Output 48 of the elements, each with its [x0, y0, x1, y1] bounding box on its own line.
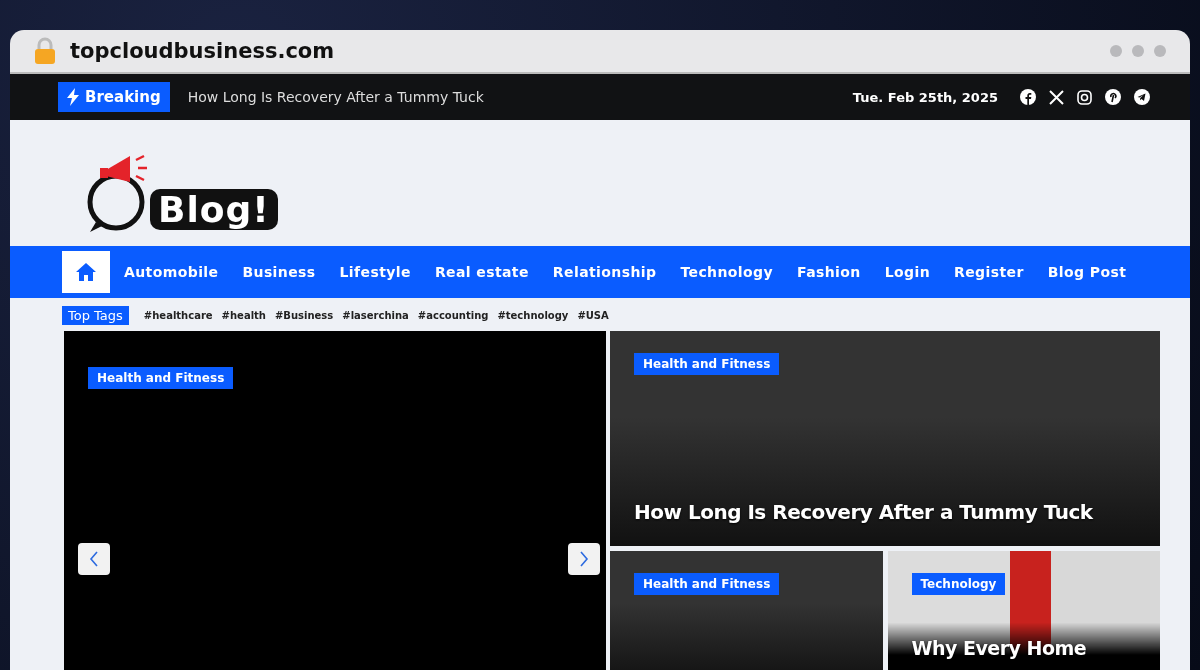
facebook-icon[interactable] [1020, 89, 1036, 105]
padlock-icon [34, 37, 56, 65]
photo-placeholder[interactable]: Technology Why Every Home [887, 551, 1160, 670]
telegram-icon[interactable] [1134, 89, 1150, 105]
nav-link[interactable]: Business [242, 264, 316, 280]
chevron-left-icon [89, 551, 99, 567]
category-badge[interactable]: Health and Fitness [634, 353, 780, 375]
window-dot [1110, 45, 1122, 57]
nav-link[interactable]: Register [954, 264, 1024, 280]
category-badge[interactable]: Health and Fitness [634, 573, 780, 595]
post-card[interactable]: Health and Fitness How Long Is Recovery After a Tummy Tuck [610, 331, 1160, 546]
tag-link[interactable]: #laserchina [342, 310, 409, 321]
nav-link[interactable]: Technology [680, 264, 773, 280]
post-title[interactable]: How Long Is Recovery After a Tummy Tuck [634, 500, 1136, 524]
nav-link[interactable]: Fashion [797, 264, 861, 280]
next-button[interactable] [568, 543, 600, 575]
tag-link[interactable]: #health [221, 310, 266, 321]
nav-link[interactable]: Real estate [434, 264, 529, 280]
category-badge[interactable]: Technology [911, 573, 1006, 595]
home-button[interactable] [62, 251, 110, 293]
x-logo-icon[interactable] [1049, 89, 1064, 105]
top-tags-label: Top Tags [62, 306, 129, 325]
lightning-icon [67, 88, 79, 106]
tag-link[interactable]: #accounting [417, 310, 489, 321]
previous-button[interactable] [78, 543, 110, 575]
chevron-right-icon [579, 551, 589, 567]
post-card[interactable]: Health and Fitness [610, 551, 883, 670]
date-text: Tue. Feb 25th, 2025 [852, 89, 998, 105]
nav-link[interactable]: Login [884, 264, 930, 280]
breaking-text: Breaking [85, 88, 161, 106]
tag-link[interactable]: #Business [274, 310, 334, 321]
nav-link[interactable]: Lifestyle [339, 264, 411, 280]
nav-link[interactable]: Relationship [552, 264, 657, 280]
address-text[interactable]: topcloudbusiness.com [70, 39, 335, 63]
window-dot [1132, 45, 1144, 57]
tag-link[interactable]: #healthcare [143, 310, 213, 321]
tag-link[interactable]: #technology [497, 310, 569, 321]
window-dot [1154, 45, 1166, 57]
nav-link[interactable]: Blog Post [1047, 264, 1127, 280]
blog-logo[interactable]: Blog! [86, 148, 278, 234]
instagram-icon[interactable] [1077, 89, 1092, 105]
breaking-headline[interactable]: How Long Is Recovery After a Tummy Tuck [187, 89, 484, 105]
category-badge[interactable]: Health and Fitness [88, 367, 234, 389]
post-title[interactable]: Why Every Home [911, 637, 1136, 659]
nav-link[interactable]: Automobile [124, 264, 219, 280]
tag-link[interactable]: #USA [577, 310, 609, 321]
pinterest-icon[interactable] [1105, 89, 1121, 105]
home-icon [75, 262, 97, 282]
